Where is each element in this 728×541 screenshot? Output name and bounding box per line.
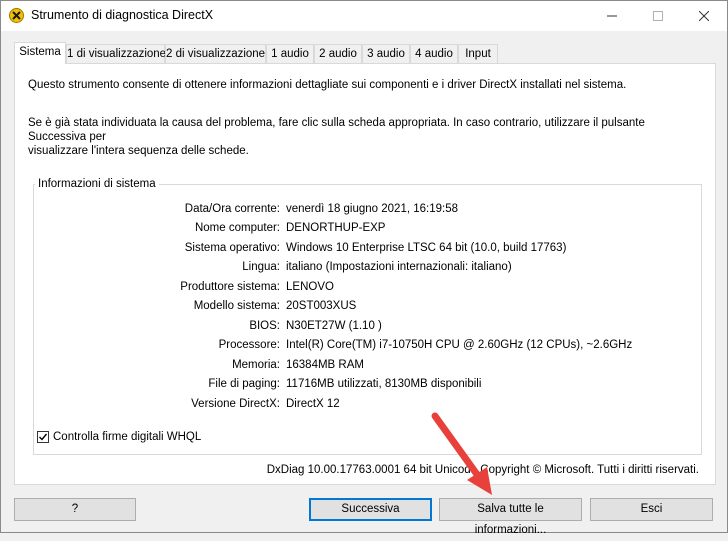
info-label: Versione DirectX:	[191, 398, 280, 410]
info-label: Modello sistema:	[193, 300, 280, 312]
info-label: Sistema operativo:	[184, 242, 280, 254]
window-title: Strumento di diagnostica DirectX	[31, 8, 214, 22]
info-row-manufacturer: Produttore sistema: LENOVO	[33, 281, 702, 297]
info-row-computer-name: Nome computer: DENORTHUP-EXP	[33, 222, 702, 238]
info-row-memory: Memoria: 16384MB RAM	[33, 359, 702, 375]
help-button[interactable]: ?	[14, 498, 136, 521]
system-tab-panel: Questo strumento consente di ottenere in…	[14, 63, 716, 485]
info-row-processor: Processore: Intel(R) Core(TM) i7-10750H …	[33, 339, 702, 355]
title-bar[interactable]: Strumento di diagnostica DirectX	[1, 1, 727, 31]
save-all-info-button[interactable]: Salva tutte le informazioni...	[439, 498, 582, 536]
info-row-datetime: Data/Ora corrente: venerdì 18 giugno 202…	[33, 203, 702, 219]
intro-text: Questo strumento consente di ottenere in…	[28, 79, 627, 91]
info-value: 11716MB utilizzati, 8130MB disponibili	[286, 378, 482, 390]
copyright-text: DxDiag 10.00.17763.0001 64 bit Unicode C…	[266, 464, 699, 476]
tab-display-1[interactable]: 1 di visualizzazione	[66, 44, 166, 63]
tab-display-2[interactable]: 2 di visualizzazione	[165, 44, 266, 63]
info-value: LENOVO	[286, 281, 334, 293]
tab-input[interactable]: Input	[458, 44, 498, 63]
instructions-line-1: Se è già stata individuata la causa del …	[28, 117, 645, 143]
info-value: N30ET27W (1.10 )	[286, 320, 382, 332]
instructions-line-2: visualizzare l'intera sequenza delle sch…	[28, 145, 249, 157]
system-info-legend: Informazioni di sistema	[35, 178, 159, 190]
info-value: DENORTHUP-EXP	[286, 222, 386, 234]
info-label: Data/Ora corrente:	[184, 203, 280, 215]
info-value: venerdì 18 giugno 2021, 16:19:58	[286, 203, 459, 215]
minimize-icon	[607, 15, 617, 17]
tab-audio-4[interactable]: 4 audio	[410, 44, 458, 63]
info-value: DirectX 12	[286, 398, 340, 410]
tab-audio-2[interactable]: 2 audio	[314, 44, 362, 63]
checkmark-icon	[39, 433, 48, 441]
whql-checkbox-row[interactable]: Controlla firme digitali WHQL	[37, 431, 201, 443]
info-label: Produttore sistema:	[180, 281, 280, 293]
info-row-model: Modello sistema: 20ST003XUS	[33, 300, 702, 316]
next-button[interactable]: Successiva	[309, 498, 432, 521]
info-label: Processore:	[218, 339, 280, 351]
close-icon	[699, 11, 709, 21]
maximize-button[interactable]	[635, 1, 681, 31]
instructions-text: Se è già stata individuata la causa del …	[28, 116, 698, 158]
info-value: italiano (Impostazioni internazionali: i…	[286, 261, 512, 273]
directx-icon	[9, 8, 24, 23]
info-label: File di paging:	[208, 378, 280, 390]
info-value: Windows 10 Enterprise LTSC 64 bit (10.0,…	[286, 242, 567, 254]
minimize-button[interactable]	[589, 1, 635, 31]
dxdiag-window: Strumento di diagnostica DirectX Sistema…	[0, 0, 728, 536]
info-label: Lingua:	[242, 261, 280, 273]
tab-audio-3[interactable]: 3 audio	[362, 44, 410, 63]
info-label: BIOS:	[249, 320, 280, 332]
whql-checkbox[interactable]	[37, 431, 49, 443]
info-label: Memoria:	[232, 359, 280, 371]
info-value: 20ST003XUS	[286, 300, 357, 312]
info-value: 16384MB RAM	[286, 359, 364, 371]
info-row-paging-file: File di paging: 11716MB utilizzati, 8130…	[33, 378, 702, 394]
close-button[interactable]	[681, 1, 727, 31]
exit-button[interactable]: Esci	[590, 498, 713, 521]
info-label: Nome computer:	[194, 222, 280, 234]
info-value: Intel(R) Core(TM) i7-10750H CPU @ 2.60GH…	[286, 339, 633, 351]
info-row-directx-version: Versione DirectX: DirectX 12	[33, 398, 702, 414]
tab-sistema[interactable]: Sistema	[14, 42, 66, 64]
tab-audio-1[interactable]: 1 audio	[266, 44, 314, 63]
info-row-bios: BIOS: N30ET27W (1.10 )	[33, 320, 702, 336]
info-row-os: Sistema operativo: Windows 10 Enterprise…	[33, 242, 702, 258]
maximize-icon	[653, 11, 663, 21]
whql-label: Controlla firme digitali WHQL	[53, 431, 202, 443]
info-row-language: Lingua: italiano (Impostazioni internazi…	[33, 261, 702, 277]
